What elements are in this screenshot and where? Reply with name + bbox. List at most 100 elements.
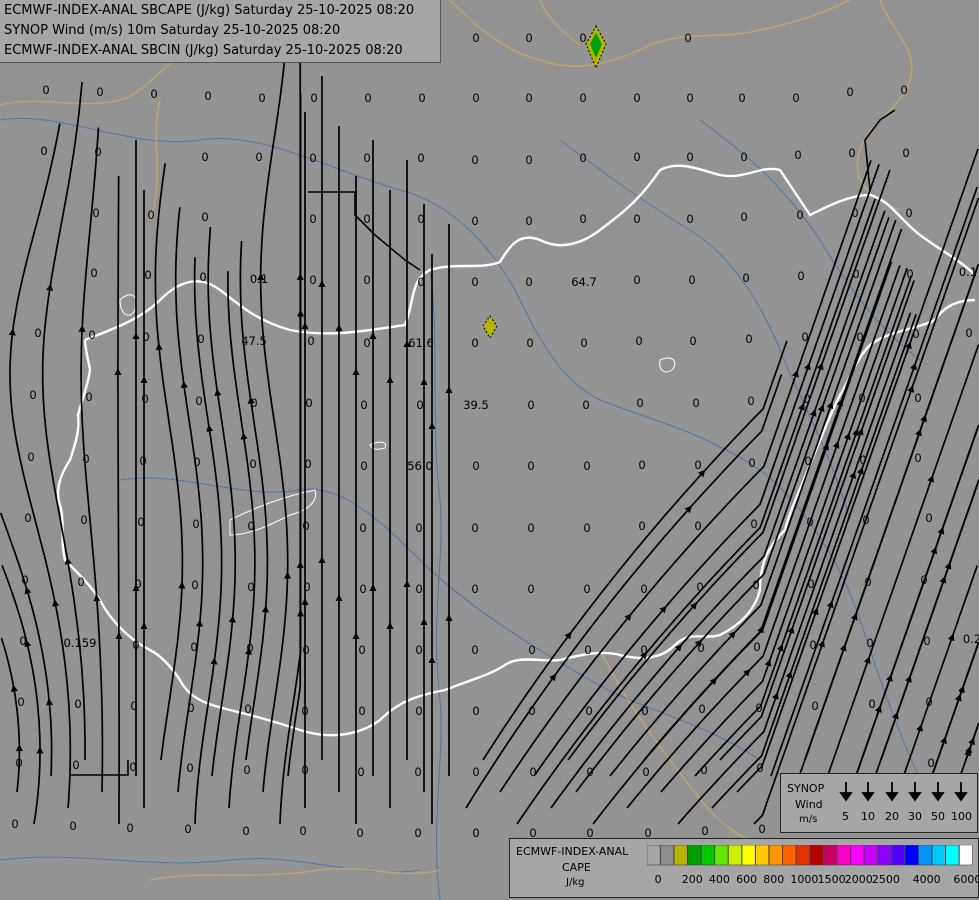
cape-value-label: 0 [641,704,648,718]
cape-value-label: 0 [82,452,89,466]
cape-value-label: 0 [19,634,26,648]
cape-value-label: 0 [190,640,197,654]
cape-value-label: 0 [11,817,18,831]
cape-value-label: 0 [417,151,424,165]
cape-value-label: 0 [302,519,309,533]
cape-value-label: 0 [912,327,919,341]
cape-value-label: 0 [415,582,422,596]
cape-value-label: 0 [418,91,425,105]
cape-value-label: 0 [740,150,747,164]
cape-value-label: 0 [17,695,24,709]
cape-value-label: 0 [755,701,762,715]
cape-value-label: 0 [700,763,707,777]
cape-color-swatch [768,845,783,866]
cape-color-swatch [809,845,824,866]
cape-value-label: 0 [806,515,813,529]
cape-value-label: 0 [527,521,534,535]
cape-scale-tick: 2000 [844,873,873,886]
cape-value-label: 0 [696,580,703,594]
cape-color-swatch [728,845,742,866]
cape-value-label: 47.5 [241,334,267,348]
cape-value-label: 0 [527,398,534,412]
cape-color-swatch [931,845,946,866]
cape-value-label: 0 [303,580,310,594]
cape-scale-tick: 1500 [817,873,846,886]
cape-color-swatch [660,845,674,866]
cape-value-label: 0 [363,151,370,165]
cape-value-label: 0 [846,85,853,99]
cape-value-label: 0 [852,267,859,281]
cape-scale-tick: 4000 [912,873,941,886]
cape-value-label: 0 [527,582,534,596]
cape-value-label: 0 [299,824,306,838]
cape-value-label: 0 [24,511,31,525]
cape-value-label: 0 [40,144,47,158]
cape-value-label: 0 [801,330,808,344]
cape-value-label: 0 [247,519,254,533]
cape-color-swatch [904,845,919,866]
cape-value-label: 0 [920,573,927,587]
cape-value-label: 0 [304,457,311,471]
cape-value-label: 0 [642,765,649,779]
cape-value-label: 0 [923,634,930,648]
cape-value-label: 0 [529,765,536,779]
cape-legend-source: ECMWF-INDEX-ANAL [516,845,629,858]
cape-color-swatch [836,845,851,866]
cape-value-label: 0 [94,145,101,159]
cape-value-label: 0 [811,699,818,713]
cape-color-swatch [687,845,702,866]
cape-value-label: 0 [195,394,202,408]
cape-value-label: 0 [583,459,590,473]
cape-color-swatch [741,845,756,866]
cape-value-label: 0 [862,513,869,527]
cape-value-label: 0 [187,701,194,715]
cape-value-label: 0 [472,704,479,718]
cape-value-label: 0 [851,206,858,220]
cape-value-label: 56.0 [407,459,433,473]
cape-value-label: 0 [636,396,643,410]
cape-value-label: 0 [688,273,695,287]
cape-value-label: 0 [633,91,640,105]
cape-value-label: 0 [359,521,366,535]
cape-value-label: 0 [363,273,370,287]
cape-value-label: 0 [126,821,133,835]
cape-value-label: 64.7 [571,275,597,289]
cape-value-label: 0 [77,575,84,589]
cape-scale-tick: 800 [763,873,785,886]
cape-value-label: 0 [414,765,421,779]
cape-value-label: 0 [69,819,76,833]
cape-value-label: 0 [528,643,535,657]
cape-color-swatch [782,845,797,866]
cape-value-label: 0 [34,326,41,340]
cape-value-label: 0 [471,153,478,167]
cape-value-label: 0 [301,763,308,777]
cape-value-label: 0 [249,457,256,471]
cape-value-label: 0 [258,91,265,105]
cape-value-label: 0 [150,87,157,101]
synop-legend-subtitle: Wind [795,798,823,811]
cape-value-label: 0 [902,146,909,160]
cape-value-label: 0 [360,398,367,412]
synop-value-10: 10 [861,810,875,823]
cape-scale-tick: 0 [654,873,662,886]
cape-value-label: 0 [471,643,478,657]
cape-value-label: 0 [197,332,204,346]
cape-value-label: 0 [130,699,137,713]
cape-value-label: 0 [633,150,640,164]
cape-value-label: 0 [246,641,253,655]
cape-value-label: 0 [579,91,586,105]
cape-value-label: 0 [356,826,363,840]
cape-value-label: 0 [415,643,422,657]
cape-value-label: 0 [85,390,92,404]
cape-scale-ticks: 0 200 400 600 800 1000 1500 2000 2500 4000 6000 [647,873,979,889]
cape-value-label: 0 [471,275,478,289]
cape-value-label: 0 [364,91,371,105]
cape-value-label: 0 [139,454,146,468]
cape-value-label: 0 [242,824,249,838]
cape-value-label: 0 [527,459,534,473]
cape-value-label: 0 [583,582,590,596]
cape-value-label: 0 [309,273,316,287]
cape-value-label: 0 [471,214,478,228]
cape-color-swatch [850,845,865,866]
synop-value-100: 100 [951,810,972,823]
